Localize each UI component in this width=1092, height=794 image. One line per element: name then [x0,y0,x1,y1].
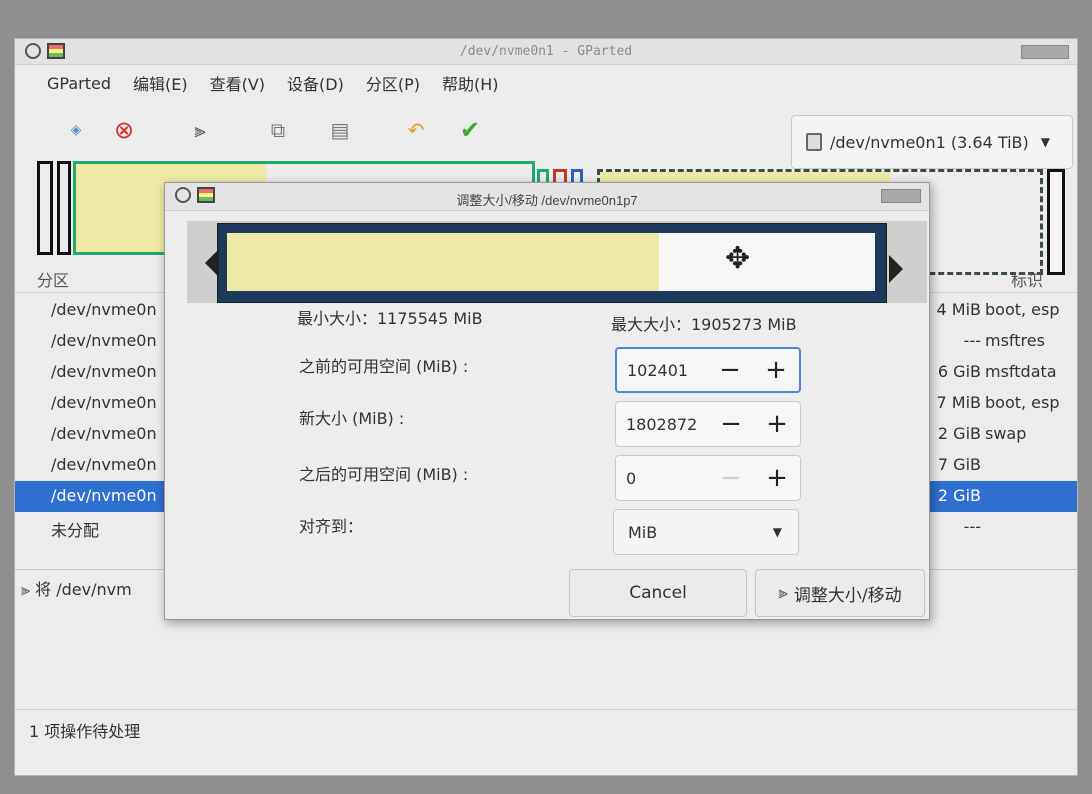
status-bar: 1 项操作待处理 [15,709,1077,745]
partition-cell: /dev/nvme0n [51,362,157,381]
resize-handle-left[interactable] [205,249,219,277]
partition-block-2[interactable] [57,161,71,255]
device-label: /dev/nvme0n1 (3.64 TiB) [830,132,1029,152]
decrement-button[interactable]: − [707,357,753,383]
column-flags[interactable]: 标识 [1011,267,1043,291]
new-icon[interactable]: ◈ [63,117,89,143]
free-after-spinner: 0 − + [615,455,801,501]
pending-operation[interactable]: ⫸ 将 /dev/nvm [21,576,132,600]
menu-gparted[interactable]: GParted [47,74,111,93]
flags-cell: swap [985,424,1027,443]
new-size-label: 新大小 (MiB) : [299,409,405,428]
partition-cell: /dev/nvme0n [51,331,157,350]
size-cell: 7 MiB [936,393,982,412]
increment-button[interactable]: + [754,465,800,491]
move-cursor-icon: ✥ [725,241,751,276]
partition-cell: /dev/nvme0n [51,393,157,412]
decrement-button[interactable]: − [708,411,754,437]
size-cell: --- [963,331,981,350]
pending-operation-text: 将 /dev/nvm [35,580,132,599]
menu-edit[interactable]: 编辑(E) [133,71,188,95]
window-controls[interactable] [1021,45,1069,59]
copy-icon[interactable]: ⧉ [265,117,291,143]
resizer-used-space[interactable] [227,233,659,291]
increment-button[interactable]: + [753,357,799,383]
window-title: /dev/nvme0n1 - GParted [459,44,633,59]
cancel-button[interactable]: Cancel [569,569,747,617]
size-cell: 6 GiB [937,362,981,381]
partition-cell: /dev/nvme0n [51,455,157,474]
free-after-input[interactable]: 0 [616,469,708,488]
align-label: 对齐到： [299,517,364,536]
size-cell: 2 GiB [937,486,981,505]
min-size-label: 最小大小：1175545 MiB [297,309,483,328]
chevron-down-icon: ▼ [1040,135,1051,149]
resize-move-icon: ⫸ [778,583,788,603]
decrement-button[interactable]: − [708,465,754,491]
size-cell: --- [963,517,981,536]
resize-move-button[interactable]: ⫸ 调整大小/移动 [755,569,925,617]
free-after-label: 之后的可用空间 (MiB) : [299,465,469,484]
flags-cell: msftdata [985,362,1057,381]
menu-bar: GParted 编辑(E) 查看(V) 设备(D) 分区(P) 帮助(H) [15,67,1077,99]
free-before-input[interactable]: 102401 [617,361,707,380]
new-size-input[interactable]: 1802872 [616,415,708,434]
chevron-down-icon: ▼ [772,525,782,539]
partition-cell: /dev/nvme0n [51,486,157,505]
delete-icon[interactable]: ⊗ [111,116,137,144]
flags-cell: msftres [985,331,1045,350]
column-partition[interactable]: 分区 [37,267,69,291]
apply-icon[interactable]: ✔ [457,116,483,144]
partition-cell: 未分配 [51,521,100,540]
status-text: 1 项操作待处理 [29,722,141,741]
free-before-label: 之前的可用空间 (MiB) : [299,357,469,376]
partition-cell: /dev/nvme0n [51,300,157,319]
partition-block-8[interactable] [1047,169,1065,275]
window-titlebar: /dev/nvme0n1 - GParted [15,39,1077,65]
dialog-title: 调整大小/移动 /dev/nvme0n1p7 [456,193,638,208]
align-select[interactable]: MiB ▼ [613,509,799,555]
resize-move-icon: ⫸ [21,580,36,599]
max-size-label: 最大大小：1905273 MiB [611,315,797,334]
resize-move-label: 调整大小/移动 [793,585,902,606]
increment-button[interactable]: + [754,411,800,437]
cancel-label: Cancel [629,583,687,603]
partition-block-1[interactable] [37,161,53,255]
new-size-spinner: 1802872 − + [615,401,801,447]
flags-cell: boot, esp [985,300,1060,319]
resizer-free-space[interactable] [659,233,875,291]
align-value: MiB [628,522,658,542]
dialog-titlebar: 调整大小/移动 /dev/nvme0n1p7 [165,183,929,211]
disk-icon [806,133,822,151]
size-cell: 7 GiB [937,455,981,474]
size-cell: 4 MiB [936,300,982,319]
flags-cell: boot, esp [985,393,1060,412]
undo-icon[interactable]: ↶ [403,117,429,143]
paste-icon[interactable]: ▤ [327,117,353,143]
resize-move-icon[interactable]: ⫸ [187,117,213,143]
partition-cell: /dev/nvme0n [51,424,157,443]
dialog-window-controls[interactable] [881,189,921,203]
menu-device[interactable]: 设备(D) [287,71,344,95]
menu-partition[interactable]: 分区(P) [366,71,420,95]
resize-handle-right[interactable] [889,255,903,283]
menu-view[interactable]: 查看(V) [210,71,265,95]
menu-help[interactable]: 帮助(H) [442,71,499,95]
free-before-spinner: 102401 − + [615,347,801,393]
size-cell: 2 GiB [937,424,981,443]
resize-move-dialog: 调整大小/移动 /dev/nvme0n1p7 ✥ 最小大小：1175545 Mi… [164,182,930,620]
